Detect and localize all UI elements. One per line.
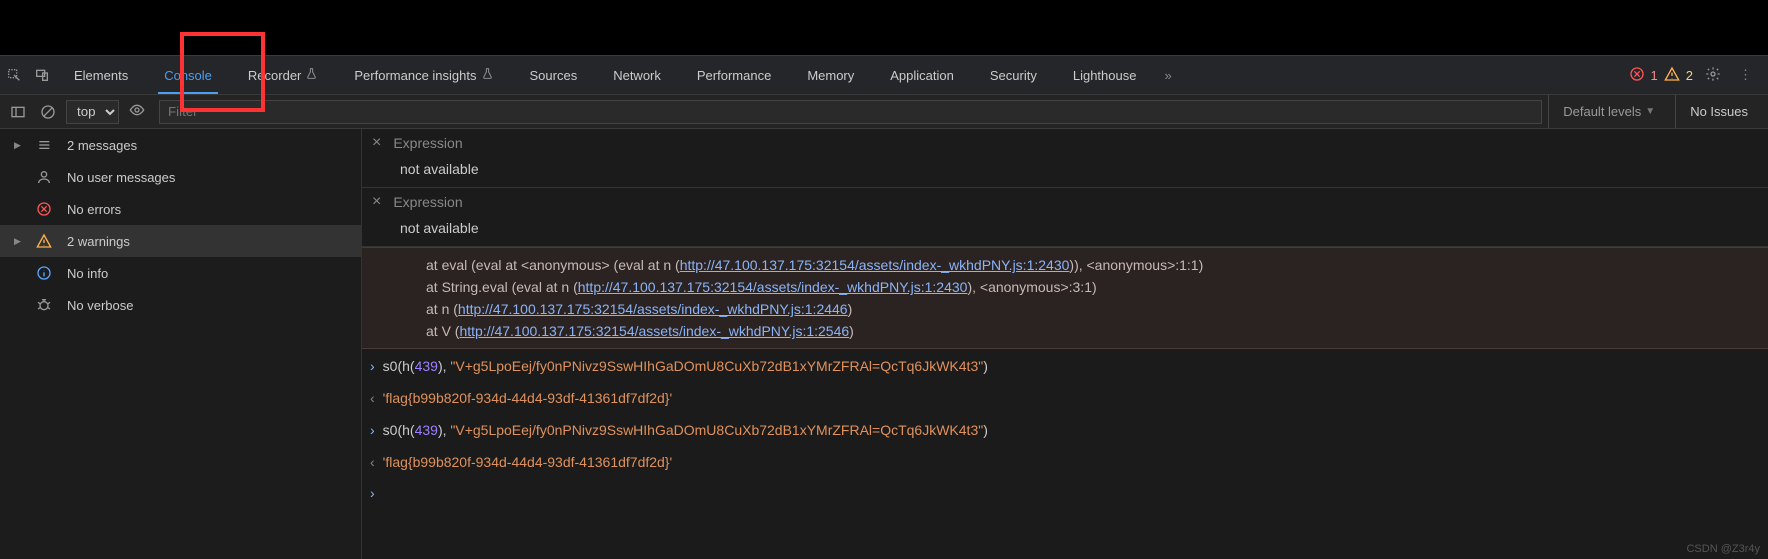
tab-security[interactable]: Security: [972, 56, 1055, 94]
console-prompt[interactable]: ›: [362, 477, 1768, 501]
console-output: × Expression not available × Expression no…: [362, 129, 1768, 559]
bug-icon: [35, 297, 53, 313]
close-icon[interactable]: ×: [372, 134, 381, 152]
expression-value: not available: [362, 157, 1768, 187]
tab-application[interactable]: Application: [872, 56, 972, 94]
input-chevron-icon: ›: [370, 355, 375, 377]
live-expression-block: × Expression not available: [362, 129, 1768, 188]
live-expression-block: × Expression not available: [362, 188, 1768, 247]
sidebar-item-label: No verbose: [67, 298, 133, 313]
more-tabs-icon[interactable]: »: [1154, 68, 1181, 83]
devtools-tabbar: Elements Console Recorder Performance in…: [0, 55, 1768, 95]
source-link[interactable]: http://47.100.137.175:32154/assets/index…: [458, 301, 848, 317]
filter-input[interactable]: [159, 100, 1542, 124]
input-chevron-icon: ›: [370, 419, 375, 441]
sidebar-item-messages[interactable]: ▶2 messages: [0, 129, 361, 161]
console-result: 'flag{b99b820f-934d-44d4-93df-41361df7df…: [383, 387, 673, 409]
console-output-line: ‹ 'flag{b99b820f-934d-44d4-93df-41361df7…: [362, 445, 1768, 477]
tabbar-right: 1 2 ⋮: [1629, 66, 1768, 85]
source-link[interactable]: http://47.100.137.175:32154/assets/index…: [459, 323, 849, 339]
console-toolbar: top Default levels▼ No Issues: [0, 95, 1768, 129]
sidebar-item-info[interactable]: No info: [0, 257, 361, 289]
sidebar-item-label: 2 warnings: [67, 234, 130, 249]
inspect-icon[interactable]: [0, 67, 28, 83]
tab-network[interactable]: Network: [595, 56, 679, 94]
sidebar-item-label: 2 messages: [67, 138, 137, 153]
console-command: s0(h(439), "V+g5LpoEej/fy0nPNivz9SswHIhG…: [383, 419, 988, 441]
watermark: CSDN @Z3r4y: [1686, 543, 1760, 555]
flask-icon: [305, 67, 318, 83]
tab-memory[interactable]: Memory: [789, 56, 872, 94]
tab-console[interactable]: Console: [146, 56, 230, 94]
tab-lighthouse[interactable]: Lighthouse: [1055, 56, 1155, 94]
error-count: 1: [1651, 68, 1658, 83]
console-command: s0(h(439), "V+g5LpoEej/fy0nPNivz9SswHIhG…: [383, 355, 988, 377]
expression-label: Expression: [393, 194, 462, 210]
warning-count-badge[interactable]: [1664, 66, 1680, 85]
log-levels-selector[interactable]: Default levels▼: [1548, 95, 1669, 128]
warning-icon: [35, 233, 53, 249]
flask-icon: [481, 67, 494, 83]
tabs-container: Elements Console Recorder Performance in…: [56, 56, 1629, 94]
console-output-line: ‹ 'flag{b99b820f-934d-44d4-93df-41361df7…: [362, 381, 1768, 413]
tab-performance[interactable]: Performance: [679, 56, 789, 94]
error-icon: [35, 201, 53, 217]
kebab-icon[interactable]: ⋮: [1733, 67, 1758, 83]
live-expression-icon[interactable]: [125, 102, 149, 121]
expression-value: not available: [362, 216, 1768, 246]
console-input-line: › s0(h(439), "V+g5LpoEej/fy0nPNivz9SswHI…: [362, 413, 1768, 445]
list-icon: [35, 137, 53, 153]
close-icon[interactable]: ×: [372, 193, 381, 211]
output-chevron-icon: ‹: [370, 451, 375, 473]
sidebar-item-warnings[interactable]: ▶2 warnings: [0, 225, 361, 257]
sidebar-item-label: No info: [67, 266, 108, 281]
warning-count: 2: [1686, 68, 1693, 83]
tab-sources[interactable]: Sources: [512, 56, 596, 94]
source-link[interactable]: http://47.100.137.175:32154/assets/index…: [578, 279, 968, 295]
settings-icon[interactable]: [1699, 66, 1727, 85]
tab-recorder[interactable]: Recorder: [230, 56, 336, 94]
console-input-line: › s0(h(439), "V+g5LpoEej/fy0nPNivz9SswHI…: [362, 349, 1768, 381]
output-chevron-icon: ‹: [370, 387, 375, 409]
context-selector[interactable]: top: [66, 100, 119, 124]
user-icon: [35, 169, 53, 185]
tab-perf-insights-label: Performance insights: [354, 68, 476, 83]
issues-button[interactable]: No Issues: [1675, 95, 1762, 128]
sidebar-item-label: No user messages: [67, 170, 175, 185]
expression-label: Expression: [393, 135, 462, 151]
tab-elements[interactable]: Elements: [56, 56, 146, 94]
sidebar-item-user-messages[interactable]: No user messages: [0, 161, 361, 193]
tab-recorder-label: Recorder: [248, 68, 301, 83]
sidebar-item-label: No errors: [67, 202, 121, 217]
clear-console-icon[interactable]: [36, 100, 60, 124]
console-result: 'flag{b99b820f-934d-44d4-93df-41361df7df…: [383, 451, 673, 473]
sidebar-item-verbose[interactable]: No verbose: [0, 289, 361, 321]
error-count-badge[interactable]: [1629, 66, 1645, 85]
console-sidebar: ▶2 messages No user messages No errors ▶…: [0, 129, 362, 559]
stack-trace: at eval (eval at <anonymous> (eval at n …: [362, 247, 1768, 349]
source-link[interactable]: http://47.100.137.175:32154/assets/index…: [680, 257, 1070, 273]
device-icon[interactable]: [28, 67, 56, 83]
info-icon: [35, 265, 53, 281]
sidebar-item-errors[interactable]: No errors: [0, 193, 361, 225]
tab-perf-insights[interactable]: Performance insights: [336, 56, 511, 94]
sidebar-toggle-icon[interactable]: [6, 100, 30, 124]
